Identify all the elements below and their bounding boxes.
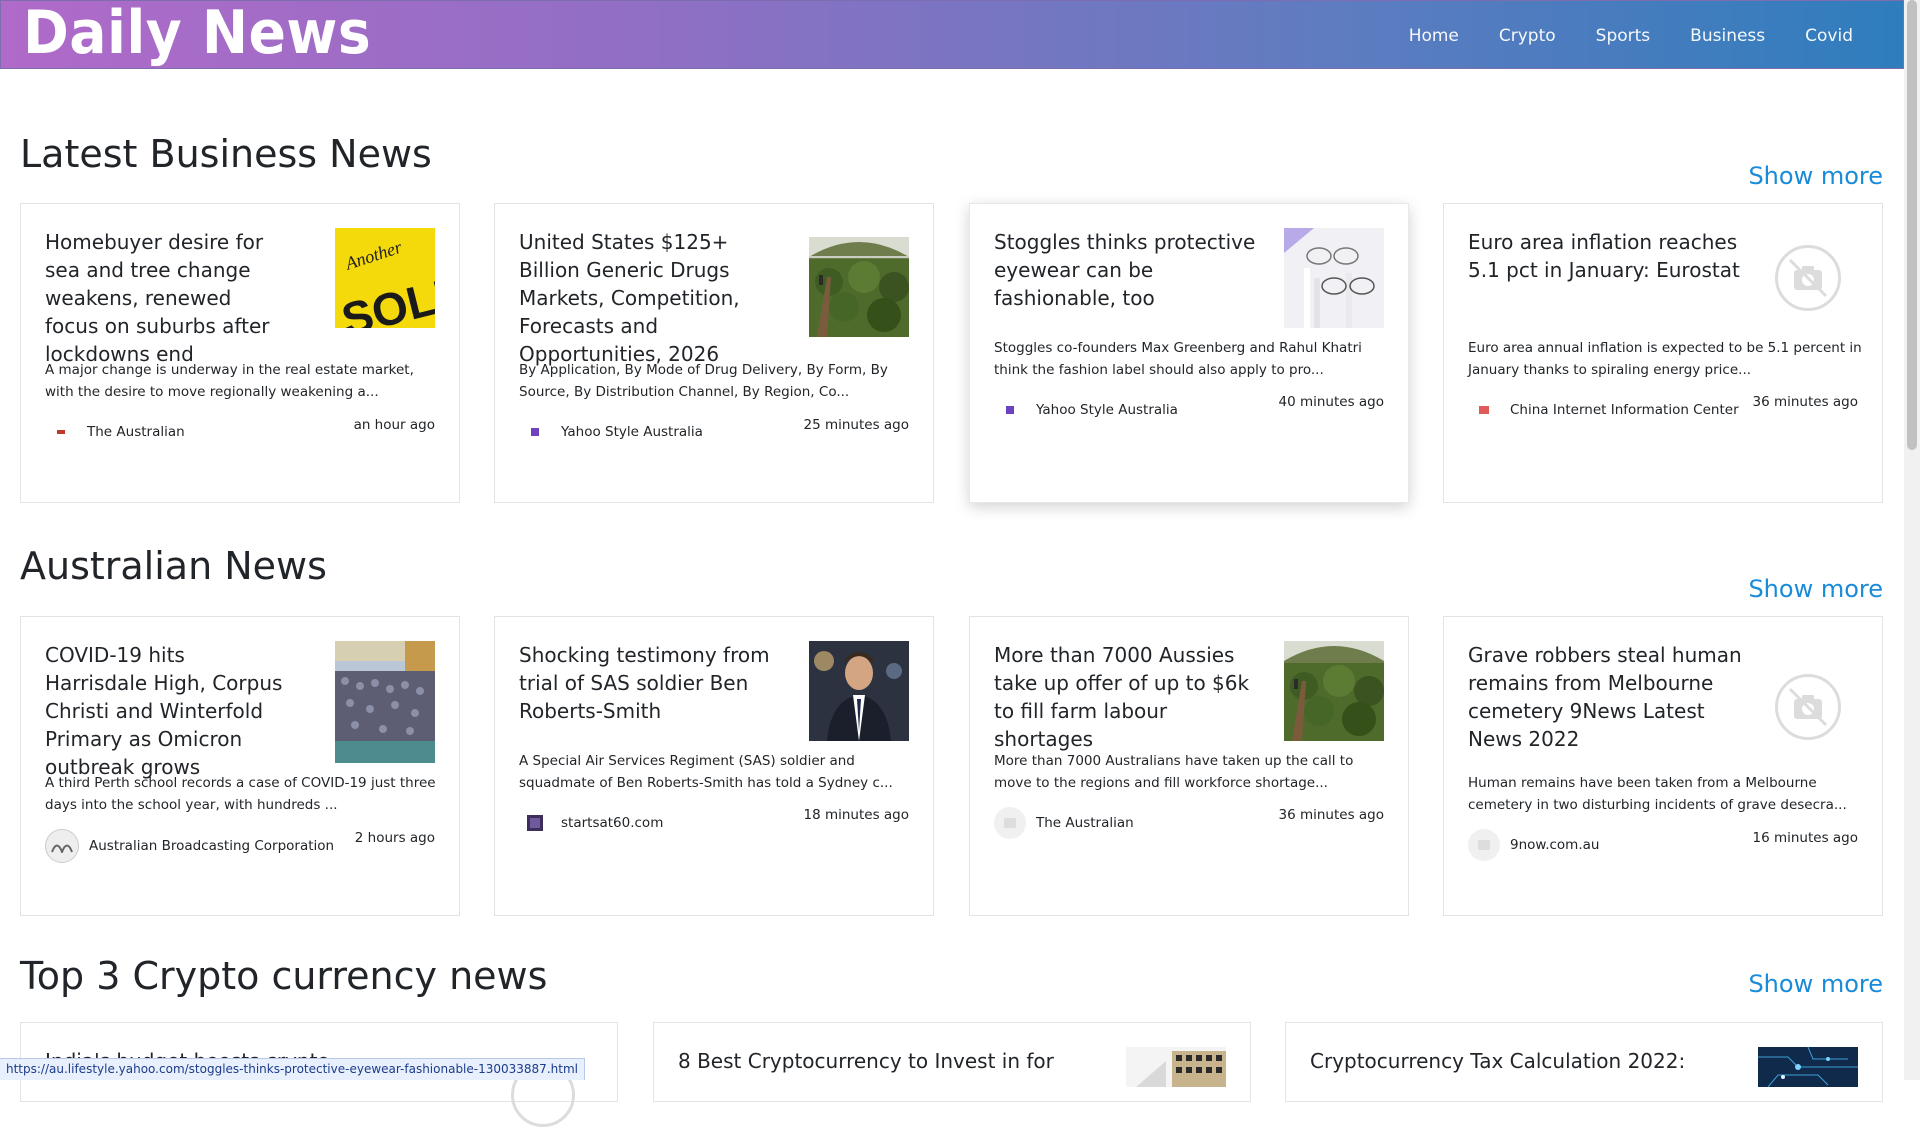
nav-home[interactable]: Home bbox=[1389, 26, 1479, 46]
news-card[interactable]: United States $125+ Billion Generic Drug… bbox=[494, 203, 934, 503]
circuit-image bbox=[1758, 1047, 1858, 1087]
card-source: The Australian bbox=[994, 807, 1134, 839]
news-card[interactable]: More than 7000 Aussies take up offer of … bbox=[969, 616, 1409, 916]
scroll-thumb[interactable] bbox=[1907, 0, 1917, 450]
section-title-australian: Australian News bbox=[20, 544, 327, 588]
source-logo-icon bbox=[45, 416, 77, 448]
card-time: 2 hours ago bbox=[354, 830, 435, 846]
section-title-crypto: Top 3 Crypto currency news bbox=[20, 954, 548, 998]
card-title[interactable]: Euro area inflation reaches 5.1 pct in J… bbox=[1468, 228, 1758, 284]
card-source: 9now.com.au bbox=[1468, 829, 1599, 861]
source-name: 9now.com.au bbox=[1510, 837, 1600, 853]
card-time: 18 minutes ago bbox=[803, 807, 909, 823]
card-image bbox=[1126, 1047, 1226, 1087]
card-title[interactable]: Grave robbers steal human remains from M… bbox=[1468, 641, 1758, 753]
source-logo-icon bbox=[519, 807, 551, 839]
source-logo-icon bbox=[1468, 394, 1500, 426]
sold-sign-image: Another SOLD bbox=[335, 228, 435, 328]
crypto-card[interactable]: 8 Best Cryptocurrency to Invest in for bbox=[653, 1022, 1251, 1102]
section-title-business: Latest Business News bbox=[20, 132, 432, 176]
show-more-australian[interactable]: Show more bbox=[1748, 575, 1883, 603]
image-placeholder-icon bbox=[1775, 674, 1841, 740]
card-image bbox=[809, 237, 909, 337]
card-time: an hour ago bbox=[353, 417, 435, 433]
card-title[interactable]: United States $125+ Billion Generic Drug… bbox=[519, 228, 789, 368]
card-description: A major change is underway in the real e… bbox=[45, 362, 414, 400]
card-image bbox=[335, 641, 435, 763]
source-name: Australian Broadcasting Corporation bbox=[89, 838, 335, 854]
source-name: Yahoo Style Australia bbox=[1036, 402, 1178, 418]
card-source: Yahoo Style Australia bbox=[994, 394, 1178, 426]
news-card[interactable]: Shocking testimony from trial of SAS sol… bbox=[494, 616, 934, 916]
source-name: Yahoo Style Australia bbox=[561, 424, 703, 440]
crypto-card[interactable]: Cryptocurrency Tax Calculation 2022: bbox=[1285, 1022, 1883, 1102]
source-name: The Australian bbox=[87, 424, 185, 440]
card-description: Stoggles co-founders Max Greenberg and R… bbox=[994, 340, 1362, 378]
news-card[interactable]: Grave robbers steal human remains from M… bbox=[1443, 616, 1883, 916]
card-source: Australian Broadcasting Corporation bbox=[45, 829, 334, 863]
source-logo-icon bbox=[519, 416, 551, 448]
card-description: A Special Air Services Regiment (SAS) so… bbox=[519, 753, 893, 791]
card-source: startsat60.com bbox=[519, 807, 663, 839]
source-logo-icon bbox=[994, 394, 1026, 426]
nav-business[interactable]: Business bbox=[1670, 26, 1785, 46]
abc-logo-icon bbox=[45, 829, 79, 863]
news-card[interactable]: Euro area inflation reaches 5.1 pct in J… bbox=[1443, 203, 1883, 503]
news-card[interactable]: COVID-19 hits Harrisdale High, Corpus Ch… bbox=[20, 616, 460, 916]
site-logo[interactable]: Daily News bbox=[23, 0, 371, 67]
card-description: By Application, By Mode of Drug Delivery… bbox=[519, 362, 888, 400]
card-time: 36 minutes ago bbox=[1752, 394, 1858, 410]
news-card[interactable]: Homebuyer desire for sea and tree change… bbox=[20, 203, 460, 503]
news-card[interactable]: Stoggles thinks protective eyewear can b… bbox=[969, 203, 1409, 503]
card-image bbox=[1758, 228, 1858, 328]
show-more-crypto[interactable]: Show more bbox=[1748, 970, 1883, 998]
suit-portrait-image bbox=[809, 641, 909, 741]
image-placeholder-icon bbox=[1775, 245, 1841, 311]
greenhouse-image bbox=[809, 237, 909, 337]
card-title[interactable]: More than 7000 Aussies take up offer of … bbox=[994, 641, 1264, 753]
link-status-bar: https://au.lifestyle.yahoo.com/stoggles-… bbox=[0, 1058, 585, 1080]
card-title[interactable]: COVID-19 hits Harrisdale High, Corpus Ch… bbox=[45, 641, 285, 781]
card-time: 40 minutes ago bbox=[1278, 394, 1384, 410]
nav-sports[interactable]: Sports bbox=[1576, 26, 1671, 46]
source-logo-icon bbox=[994, 807, 1026, 839]
nav-crypto[interactable]: Crypto bbox=[1479, 26, 1576, 46]
card-source: The Australian bbox=[45, 416, 185, 448]
card-image bbox=[1284, 641, 1384, 741]
card-image bbox=[1284, 228, 1384, 328]
card-image bbox=[1758, 1047, 1858, 1087]
card-title[interactable]: 8 Best Cryptocurrency to Invest in for bbox=[678, 1047, 1078, 1075]
card-title[interactable]: Stoggles thinks protective eyewear can b… bbox=[994, 228, 1264, 312]
card-title[interactable]: Cryptocurrency Tax Calculation 2022: bbox=[1310, 1047, 1710, 1075]
card-description: Human remains have been taken from a Mel… bbox=[1468, 775, 1847, 813]
page-scrollbar[interactable] bbox=[1904, 0, 1920, 1080]
card-description: Euro area annual inflation is expected t… bbox=[1468, 340, 1862, 378]
card-title[interactable]: Shocking testimony from trial of SAS sol… bbox=[519, 641, 789, 725]
card-description: More than 7000 Australians have taken up… bbox=[994, 753, 1354, 791]
source-name: The Australian bbox=[1036, 815, 1134, 831]
card-time: 16 minutes ago bbox=[1752, 830, 1858, 846]
eyewear-image bbox=[1284, 228, 1384, 328]
card-description: A third Perth school records a case of C… bbox=[45, 775, 436, 813]
source-name: China Internet Information Center bbox=[1510, 402, 1739, 418]
card-time: 25 minutes ago bbox=[803, 417, 909, 433]
greenhouse-image bbox=[1284, 641, 1384, 741]
card-title[interactable]: Homebuyer desire for sea and tree change… bbox=[45, 228, 285, 368]
building-image bbox=[1126, 1047, 1226, 1087]
crowd-image bbox=[335, 641, 435, 763]
source-logo-icon bbox=[1468, 829, 1500, 861]
source-name: startsat60.com bbox=[561, 815, 664, 831]
nav-links: Home Crypto Sports Business Covid bbox=[1389, 1, 1873, 70]
card-source: China Internet Information Center bbox=[1468, 394, 1739, 426]
card-image bbox=[1758, 657, 1858, 757]
card-image: Another SOLD bbox=[335, 228, 435, 328]
card-image bbox=[809, 641, 909, 741]
card-source: Yahoo Style Australia bbox=[519, 416, 703, 448]
card-time: 36 minutes ago bbox=[1278, 807, 1384, 823]
show-more-business[interactable]: Show more bbox=[1748, 162, 1883, 190]
top-navbar: Daily News Home Crypto Sports Business C… bbox=[0, 0, 1904, 69]
nav-covid[interactable]: Covid bbox=[1785, 26, 1873, 46]
